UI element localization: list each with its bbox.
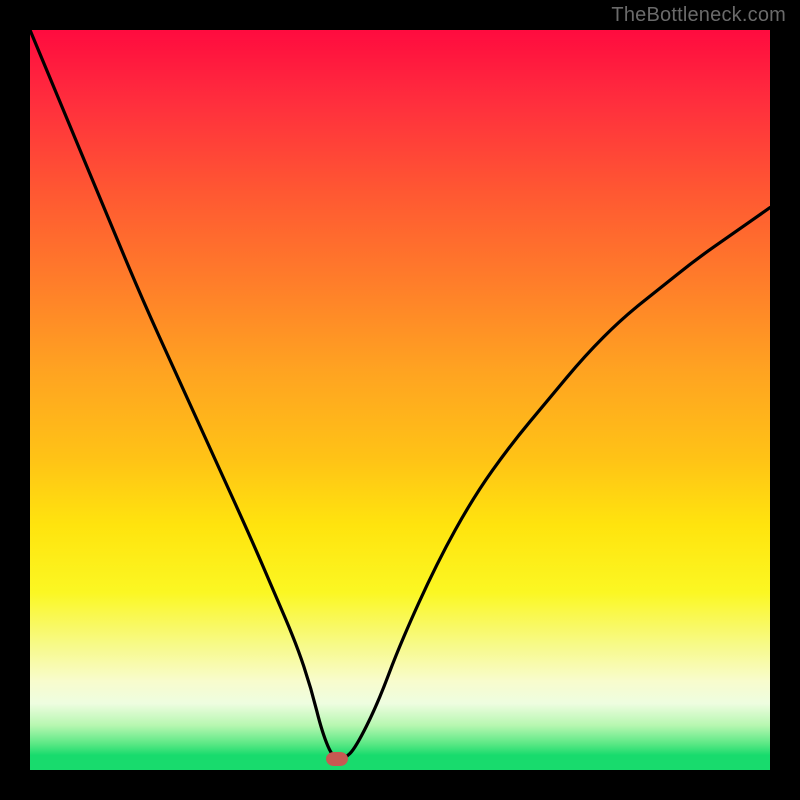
watermark-text: TheBottleneck.com bbox=[611, 4, 786, 27]
chart-frame: TheBottleneck.com bbox=[0, 0, 800, 800]
plot-area bbox=[30, 30, 770, 770]
optimal-point-marker bbox=[326, 752, 348, 766]
bottleneck-curve bbox=[30, 30, 770, 770]
